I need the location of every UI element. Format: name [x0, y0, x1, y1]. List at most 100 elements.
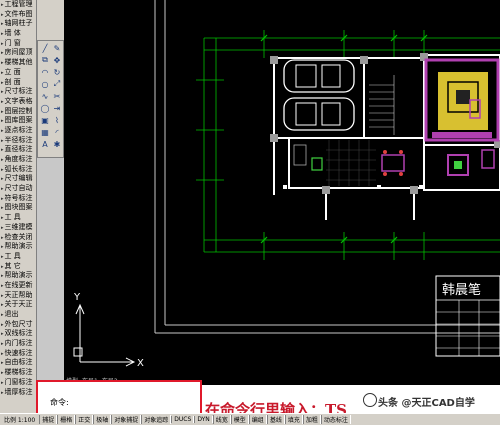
menu-arrow-icon: ▸: [1, 360, 4, 367]
menu-item[interactable]: ▸工 具: [0, 213, 36, 223]
menu-item[interactable]: ▸逐点标注: [0, 126, 36, 136]
menu-item[interactable]: ▸退出: [0, 310, 36, 320]
spline-tool-icon[interactable]: ∿: [40, 91, 50, 101]
line-tool-icon[interactable]: ╱: [40, 43, 50, 53]
status-toggle-button[interactable]: 捕捉: [39, 415, 58, 424]
menu-item[interactable]: ▸楼梯其他: [0, 58, 36, 68]
scale-tool-icon[interactable]: ⤢: [52, 79, 62, 89]
menu-item[interactable]: ▸图层控制: [0, 107, 36, 117]
status-toggle-button[interactable]: 线宽: [212, 415, 231, 424]
rotate-tool-icon[interactable]: ↻: [52, 67, 62, 77]
menu-item[interactable]: ▸三维建模: [0, 223, 36, 233]
menu-item-label: 工程管理: [4, 0, 33, 8]
menu-arrow-icon: ▸: [1, 157, 4, 163]
menu-item-label: 退出: [4, 310, 19, 318]
menu-item[interactable]: ▸工程管理: [0, 0, 36, 10]
menu-item[interactable]: ▸内门标注: [0, 339, 36, 349]
menu-arrow-icon: ▸: [1, 79, 4, 86]
status-toggle-button[interactable]: DYN: [194, 416, 213, 423]
menu-item[interactable]: ▸工 具: [0, 252, 36, 262]
menu-item[interactable]: ▸墙厚标注: [0, 388, 36, 398]
menu-item-label: 门窗标注: [4, 377, 33, 386]
status-toggle-button[interactable]: 加粗: [302, 415, 321, 424]
menu-item[interactable]: ▸房间屋顶: [0, 48, 36, 58]
menu-item[interactable]: ▸尺寸自动: [0, 184, 36, 194]
menu-item[interactable]: ▸轴网柱子: [0, 19, 36, 29]
menu-item[interactable]: ▸自由标注: [0, 358, 36, 368]
menu-item[interactable]: ▸其 它: [0, 262, 36, 272]
menu-item[interactable]: ▸尺寸编辑: [0, 174, 36, 184]
menu-item[interactable]: ▸帮助演示: [0, 242, 36, 252]
menu-item-label: 逐点标注: [4, 125, 33, 134]
status-toggle-button[interactable]: DUCS: [171, 416, 195, 423]
ucs-y-label: Y: [73, 292, 81, 303]
copy-tool-icon[interactable]: ⧉: [40, 55, 50, 65]
fillet-tool-icon[interactable]: ◜: [52, 127, 62, 137]
edit-tool-icon[interactable]: ✎: [52, 43, 62, 53]
menu-item-label: 三维建模: [4, 222, 33, 231]
menu-arrow-icon: ▸: [1, 331, 4, 338]
status-toggle-button[interactable]: 极轴: [93, 415, 112, 424]
menu-item[interactable]: ▸图库图案: [0, 116, 36, 126]
menu-item[interactable]: ▸符号标注: [0, 194, 36, 204]
menu-item[interactable]: ▸尺寸标注: [0, 87, 36, 97]
hatch-tool-icon[interactable]: ▦: [40, 127, 50, 137]
menu-item[interactable]: ▸文字表格: [0, 97, 36, 107]
break-tool-icon[interactable]: ⌇: [52, 115, 62, 125]
menu-item[interactable]: ▸角度标注: [0, 155, 36, 165]
menu-item[interactable]: ▸弧长标注: [0, 165, 36, 175]
move-tool-icon[interactable]: ✥: [52, 55, 62, 65]
status-toggle-button[interactable]: 动态标注: [320, 415, 351, 424]
menu-item[interactable]: ▸直径标注: [0, 145, 36, 155]
status-toggle-button[interactable]: 对象捕捉: [111, 415, 142, 424]
menu-item[interactable]: ▸半径标注: [0, 136, 36, 146]
menu-arrow-icon: ▸: [1, 186, 4, 193]
block-tool-icon[interactable]: ▣: [40, 115, 50, 125]
menu-arrow-icon: ▸: [1, 215, 4, 222]
arc-tool-icon[interactable]: ◠: [40, 67, 50, 77]
status-toggle-button[interactable]: 填充: [284, 415, 303, 424]
menu-arrow-icon: ▸: [1, 40, 4, 47]
menu-item[interactable]: ▸关于天正: [0, 300, 36, 310]
menu-item[interactable]: ▸立 面: [0, 68, 36, 78]
menu-item[interactable]: ▸在线更新: [0, 281, 36, 291]
ellipse-tool-icon[interactable]: ◯: [40, 103, 50, 113]
menu-item-label: 检查关闭: [4, 232, 33, 241]
text-tool-icon[interactable]: A: [40, 139, 50, 149]
title-block: 韩晨笔: [435, 275, 500, 357]
menu-arrow-icon: ▸: [1, 31, 4, 38]
menu-item-label: 文件布图: [4, 9, 33, 18]
menu-item[interactable]: ▸门 窗: [0, 39, 36, 49]
menu-item-label: 其 它: [4, 261, 21, 270]
drawing-canvas[interactable]: 韩晨笔 Y X: [64, 0, 500, 388]
menu-item[interactable]: ▸剖 面: [0, 78, 36, 88]
status-toggle-button[interactable]: 基线: [266, 415, 285, 424]
menu-item[interactable]: ▸检查关闭: [0, 233, 36, 243]
menu-item[interactable]: ▸楼梯标注: [0, 368, 36, 378]
ucs-icon: [73, 303, 136, 367]
menu-item-label: 帮助演示: [4, 242, 33, 251]
explode-tool-icon[interactable]: ✱: [52, 139, 62, 149]
status-toggle-button[interactable]: 栅格: [57, 415, 76, 424]
menu-item[interactable]: ▸门窗标注: [0, 378, 36, 388]
status-toggle-button[interactable]: 编组: [248, 415, 267, 424]
status-toggle-button[interactable]: 模型: [230, 415, 249, 424]
menu-item[interactable]: ▸帮助演示: [0, 271, 36, 281]
menu-item-label: 外包尺寸: [4, 319, 33, 328]
menu-item-label: 轴网柱子: [4, 19, 33, 28]
status-toggle-button[interactable]: 正交: [75, 415, 94, 424]
menu-item[interactable]: ▸图块图案: [0, 203, 36, 213]
menu-item[interactable]: ▸天正帮助: [0, 291, 36, 301]
circle-tool-icon[interactable]: ○: [40, 79, 50, 89]
menu-item[interactable]: ▸外包尺寸: [0, 320, 36, 330]
menu-item[interactable]: ▸快速标注: [0, 349, 36, 359]
extend-tool-icon[interactable]: ⇥: [52, 103, 62, 113]
menu-item[interactable]: ▸墙 体: [0, 29, 36, 39]
menu-item[interactable]: ▸文件布图: [0, 10, 36, 20]
command-prompt[interactable]: 命令:: [50, 397, 69, 408]
menu-item-label: 文字表格: [4, 96, 33, 105]
menu-arrow-icon: ▸: [1, 98, 4, 105]
trim-tool-icon[interactable]: ✂: [52, 91, 62, 101]
status-toggle-button[interactable]: 对象追踪: [141, 415, 172, 424]
menu-item[interactable]: ▸双线标注: [0, 329, 36, 339]
